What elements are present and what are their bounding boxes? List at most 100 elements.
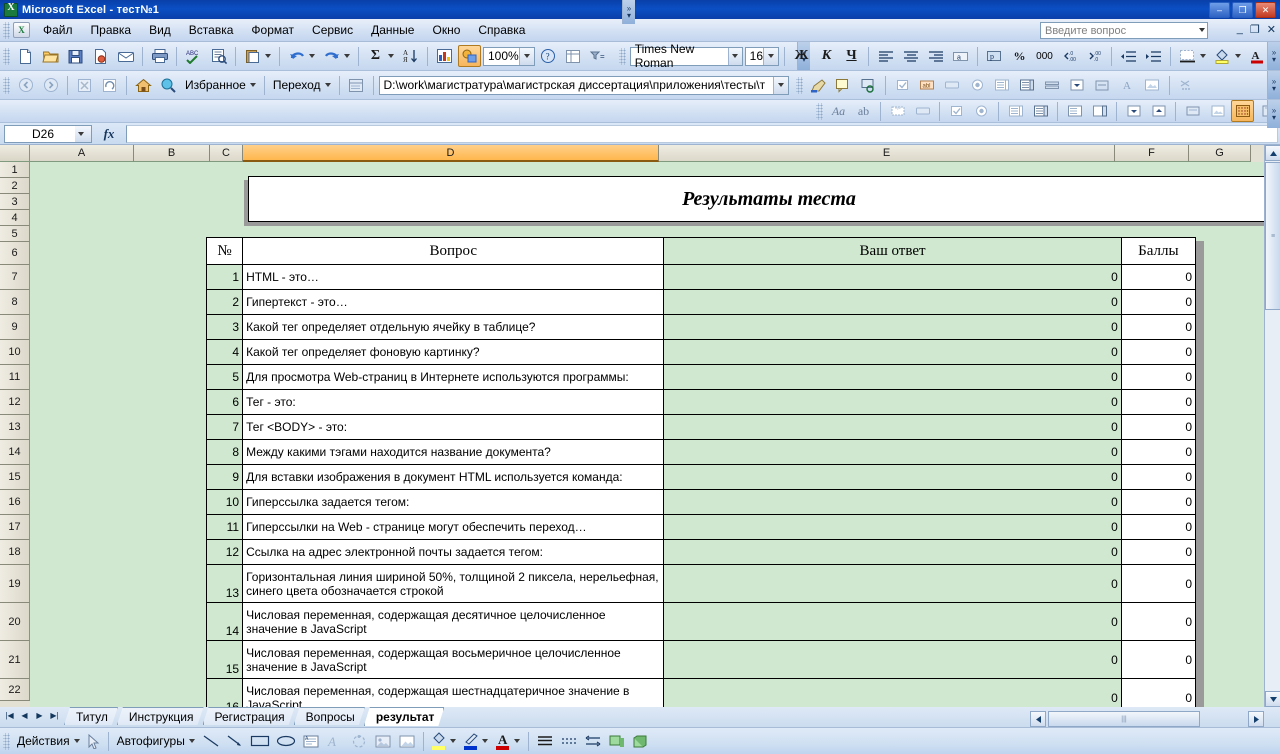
open-folder-icon[interactable] [39,45,62,67]
line-style-icon[interactable] [534,730,556,752]
font-size-chevron-down-icon[interactable] [763,47,778,65]
row-header-19[interactable]: 19 [0,565,30,603]
row-header-12[interactable]: 12 [0,390,30,415]
text-box-icon[interactable]: A [300,730,322,752]
vertical-scroll-thumb[interactable]: ≡ [1265,162,1280,310]
row-header-8[interactable]: 8 [0,290,30,315]
column-header-a[interactable]: A [30,145,134,162]
option-button-control-icon[interactable] [970,100,993,122]
autoshapes-chevron-down-icon[interactable] [188,739,195,743]
row-header-21[interactable]: 21 [0,641,30,679]
sheet-tab-registraciya[interactable]: Регистрация [203,707,295,725]
currency-format-icon[interactable]: р [983,45,1006,67]
restore-button[interactable]: ❐ [1232,1,1253,18]
scroll-left-button[interactable] [1030,711,1046,727]
undo-icon[interactable] [285,45,308,67]
formatting-toolbar-grip[interactable] [618,47,626,65]
design-mode-icon[interactable] [1231,100,1254,122]
combo-box-control-icon[interactable] [1029,100,1052,122]
workbook-close-button[interactable]: ✕ [1267,23,1276,36]
forms-toolbar-grip[interactable] [795,76,803,94]
drawing-toolbar-overflow-button[interactable]: » ▾ [622,0,635,24]
control-toolbox-overflow-button[interactable]: » ▾ [1267,100,1280,128]
align-right-icon[interactable] [924,45,947,67]
menu-item-file[interactable]: Файл [34,21,82,39]
column-header-c[interactable]: C [210,145,243,162]
column-header-e[interactable]: E [659,145,1115,162]
formatting-toolbar-overflow-button[interactable]: » ▾ [1267,42,1280,70]
percent-format-icon[interactable]: % [1008,45,1031,67]
image-control-icon[interactable] [1141,74,1164,96]
permission-icon[interactable] [89,45,112,67]
font-color-icon[interactable]: A [1246,45,1269,67]
menu-item-tools[interactable]: Сервис [303,21,362,39]
control-properties-icon[interactable] [857,74,880,96]
back-icon[interactable] [14,74,37,96]
textbox-control-icon[interactable]: xyz [886,100,909,122]
formula-input[interactable] [126,124,1278,143]
command-button-icon[interactable] [911,100,934,122]
row-header-22[interactable]: 22 [0,679,30,701]
properties-icon[interactable]: Aa [827,100,850,122]
column-header-b[interactable]: B [134,145,210,162]
spin-button-icon[interactable] [1088,100,1111,122]
sheet-tab-rezultat[interactable]: результат [364,707,445,726]
list-box-control-icon[interactable] [1004,100,1027,122]
row-header-6[interactable]: 6 [0,242,30,265]
favorites-label[interactable]: Избранное [181,78,250,92]
font-name-chevron-down-icon[interactable] [727,47,742,65]
decrease-decimal-icon[interactable]: .00.0 [1083,45,1106,67]
underline-button[interactable]: Ч [840,45,863,67]
address-combo[interactable]: D:\work\магистратура\магистрская диссерт… [378,75,789,95]
table-row[interactable]: 3 Какой тег определяет отдельную ячейку … [205,314,1197,340]
sheet-tab-voprosy[interactable]: Вопросы [294,707,365,725]
combo-box-icon[interactable] [1016,74,1039,96]
align-center-icon[interactable] [899,45,922,67]
line-color-icon[interactable] [461,730,481,752]
label-control-icon[interactable]: abl [916,74,939,96]
row-header-20[interactable]: 20 [0,603,30,641]
row-header-3[interactable]: 3 [0,194,30,210]
oval-icon[interactable] [274,730,298,752]
table-row[interactable]: 1 HTML - это… 0 0 [205,264,1197,290]
row-header-15[interactable]: 15 [0,465,30,490]
minimize-button[interactable]: – [1209,1,1230,18]
menu-item-help[interactable]: Справка [469,21,534,39]
last-sheet-button[interactable]: ▶| [47,707,62,723]
document-control-icon[interactable] [13,22,30,38]
row-header-10[interactable]: 10 [0,340,30,365]
more-controls-icon[interactable] [1175,74,1198,96]
shadow-style-icon[interactable] [606,730,628,752]
vertical-scrollbar[interactable]: ≡ [1264,145,1280,707]
draw-actions-chevron-down-icon[interactable] [73,739,80,743]
scrollbar-control-icon[interactable] [1041,74,1064,96]
arrow-icon[interactable] [224,730,246,752]
menu-item-data[interactable]: Данные [362,21,423,39]
table-row[interactable]: 7 Тег <BODY> - это: 0 0 [205,414,1197,440]
autosum-icon[interactable]: Σ [364,45,387,67]
check-box-control-icon[interactable] [945,100,968,122]
bold-button[interactable]: Ж [790,45,813,67]
row-header-5[interactable]: 5 [0,226,30,242]
font-color-icon[interactable]: A [493,730,513,752]
row-header-17[interactable]: 17 [0,515,30,540]
option-button-icon[interactable] [966,74,989,96]
name-box[interactable]: D26 [4,124,92,143]
menu-item-format[interactable]: Формат [242,21,303,39]
decrease-indent-icon[interactable] [1117,45,1140,67]
toggle-button-icon[interactable] [1063,100,1086,122]
row-header-1[interactable]: 1 [0,162,30,178]
menu-grip-handle[interactable] [3,21,10,39]
autofilter-icon[interactable]: = [587,45,610,67]
close-button[interactable]: ✕ [1255,1,1276,18]
fill-color-chevron-down-icon[interactable] [449,739,456,743]
fill-color-icon[interactable] [429,730,449,752]
paste-icon[interactable] [241,45,264,67]
redo-icon[interactable] [320,45,343,67]
scroll-right-button[interactable] [1248,711,1264,727]
table-row[interactable]: 2 Гипертекст - это… 0 0 [205,289,1197,315]
sort-ascending-icon[interactable]: AЯ [399,45,422,67]
workbook-restore-button[interactable]: ❐ [1250,23,1260,36]
row-header-18[interactable]: 18 [0,540,30,565]
image-control-2-icon[interactable] [1206,100,1229,122]
